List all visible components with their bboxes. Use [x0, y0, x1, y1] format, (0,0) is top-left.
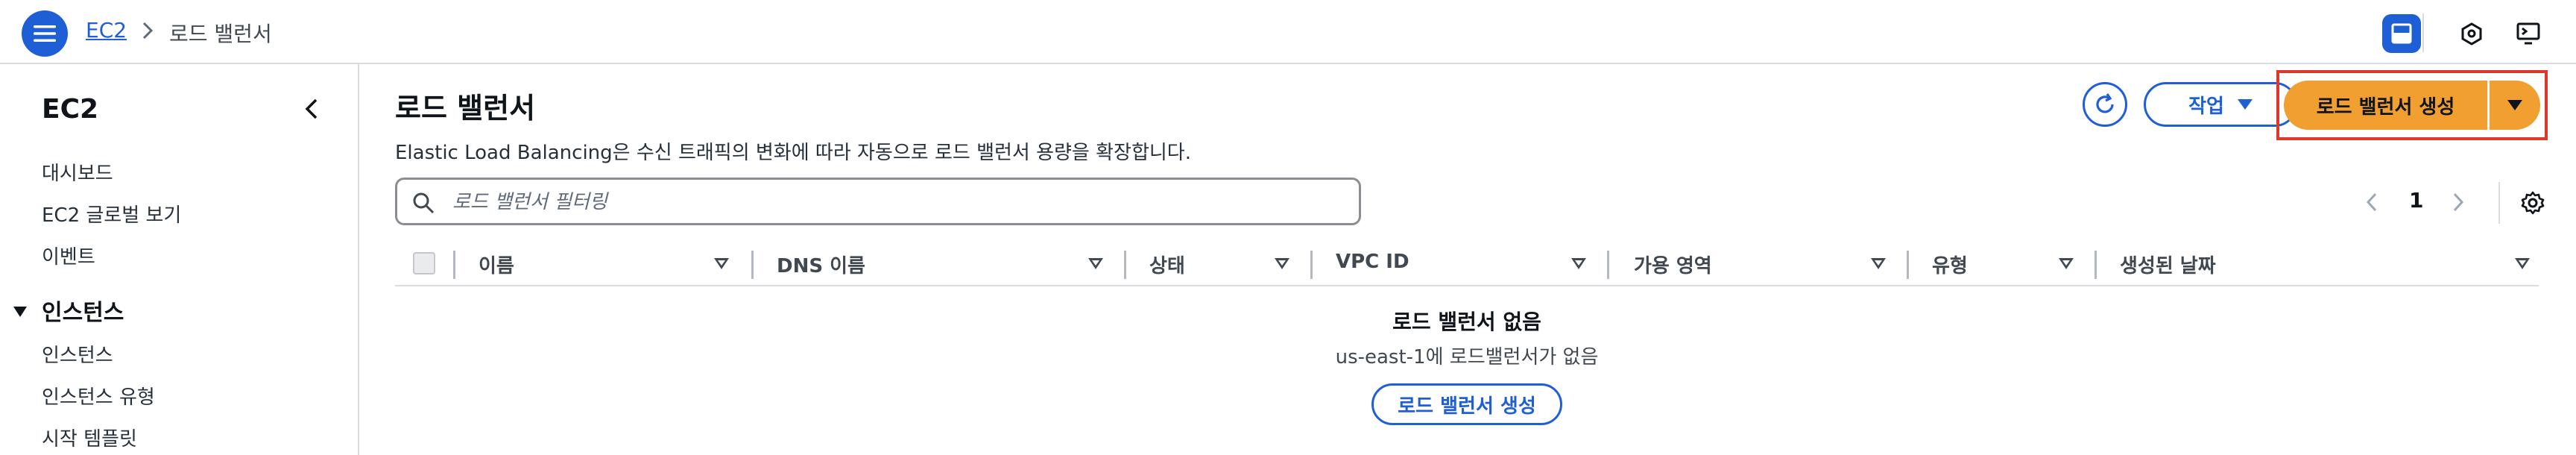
- column-header-created[interactable]: 생성된 날짜: [2120, 251, 2216, 278]
- sidebar-item-global-view[interactable]: EC2 글로벌 보기: [42, 200, 181, 228]
- column-divider: [453, 251, 455, 279]
- caret-down-icon: [2237, 99, 2253, 110]
- hexagon-icon: [2461, 22, 2482, 46]
- column-header-type[interactable]: 유형: [1932, 251, 1968, 278]
- chevron-right-icon[interactable]: [2451, 191, 2466, 213]
- column-header-name[interactable]: 이름: [479, 251, 514, 278]
- column-header-az[interactable]: 가용 영역: [1634, 251, 1712, 278]
- sort-icon[interactable]: [1571, 258, 1586, 269]
- sidebar-item-instance-types[interactable]: 인스턴스 유형: [42, 382, 155, 410]
- sort-icon[interactable]: [1275, 258, 1289, 269]
- menu-icon: [34, 25, 56, 42]
- sort-icon[interactable]: [1088, 258, 1103, 269]
- cloudshell-button[interactable]: [2509, 14, 2548, 53]
- breadcrumb-ec2-link[interactable]: EC2: [86, 18, 127, 43]
- split-panel-toggle[interactable]: [2382, 14, 2421, 53]
- sidebar: EC2 대시보드 EC2 글로벌 보기 이벤트 인스턴스 인스턴스 인스턴스 유…: [0, 64, 359, 455]
- create-dropdown-button[interactable]: [2490, 81, 2540, 130]
- sidebar-item-dashboard[interactable]: 대시보드: [42, 158, 113, 186]
- chevron-left-icon[interactable]: [2364, 191, 2379, 213]
- select-all-checkbox[interactable]: [413, 252, 435, 274]
- empty-state-title: 로드 밸런서 없음: [1392, 310, 1541, 334]
- refresh-icon: [2096, 93, 2114, 113]
- chevron-left-icon[interactable]: [303, 95, 321, 122]
- column-divider: [1310, 251, 1313, 279]
- caret-down-icon: [13, 306, 27, 317]
- gear-icon: [2521, 191, 2545, 215]
- notifications-button[interactable]: [2452, 14, 2491, 53]
- filter-field[interactable]: [395, 178, 1361, 225]
- column-header-state[interactable]: 상태: [1149, 251, 1185, 278]
- column-divider: [1607, 251, 1609, 279]
- sidebar-item-instances[interactable]: 인스턴스: [42, 340, 113, 368]
- page-description: Elastic Load Balancing은 수신 트래픽의 변화에 따라 자…: [395, 142, 1191, 164]
- menu-button[interactable]: [22, 10, 68, 57]
- create-load-balancer-split-button: 로드 밸런서 생성: [2284, 81, 2540, 130]
- pager-divider: [2498, 182, 2500, 224]
- page-title: 로드 밸런서: [395, 92, 536, 125]
- column-header-vpc[interactable]: VPC ID: [1336, 251, 1409, 273]
- sidebar-item-launch-templates[interactable]: 시작 템플릿: [42, 424, 137, 451]
- chevron-right-icon: [142, 22, 154, 40]
- table-header: 이름 DNS 이름 상태 VPC ID 가용 영역 유형 생성된 날짜: [395, 245, 2539, 286]
- page-number[interactable]: 1: [2409, 188, 2423, 213]
- create-load-balancer-button[interactable]: 로드 밸런서 생성: [2284, 81, 2490, 130]
- toolbar-divider: [2422, 13, 2424, 52]
- caret-down-icon: [2507, 100, 2522, 110]
- sidebar-group-instances[interactable]: 인스턴스: [13, 294, 124, 327]
- column-divider: [1124, 251, 1126, 279]
- search-input[interactable]: [452, 187, 1332, 217]
- breadcrumb-current: 로드 밸런서: [169, 22, 272, 46]
- column-divider: [2094, 251, 2097, 279]
- empty-state-subtitle: us-east-1에 로드밸런서가 없음: [1335, 346, 1599, 368]
- actions-dropdown-button[interactable]: 작업: [2144, 82, 2297, 127]
- sidebar-title: EC2: [42, 94, 99, 125]
- sort-icon[interactable]: [2515, 258, 2530, 269]
- column-divider: [1907, 251, 1909, 279]
- split-panel-icon: [2391, 23, 2412, 44]
- top-navigation-bar: EC2 로드 밸런서: [0, 0, 2576, 64]
- sort-icon[interactable]: [1871, 258, 1886, 269]
- refresh-button[interactable]: [2083, 82, 2127, 127]
- sidebar-item-events[interactable]: 이벤트: [42, 242, 95, 269]
- sort-icon[interactable]: [714, 258, 729, 269]
- column-divider: [751, 251, 754, 279]
- empty-state-create-button[interactable]: 로드 밸런서 생성: [1371, 383, 1562, 425]
- table-settings-button[interactable]: [2513, 183, 2552, 222]
- actions-label: 작업: [2188, 95, 2224, 118]
- column-header-dns[interactable]: DNS 이름: [777, 251, 865, 278]
- sidebar-group-label: 인스턴스: [42, 300, 124, 326]
- sort-icon[interactable]: [2059, 258, 2074, 269]
- terminal-screen-icon: [2516, 22, 2540, 45]
- search-icon: [413, 192, 435, 214]
